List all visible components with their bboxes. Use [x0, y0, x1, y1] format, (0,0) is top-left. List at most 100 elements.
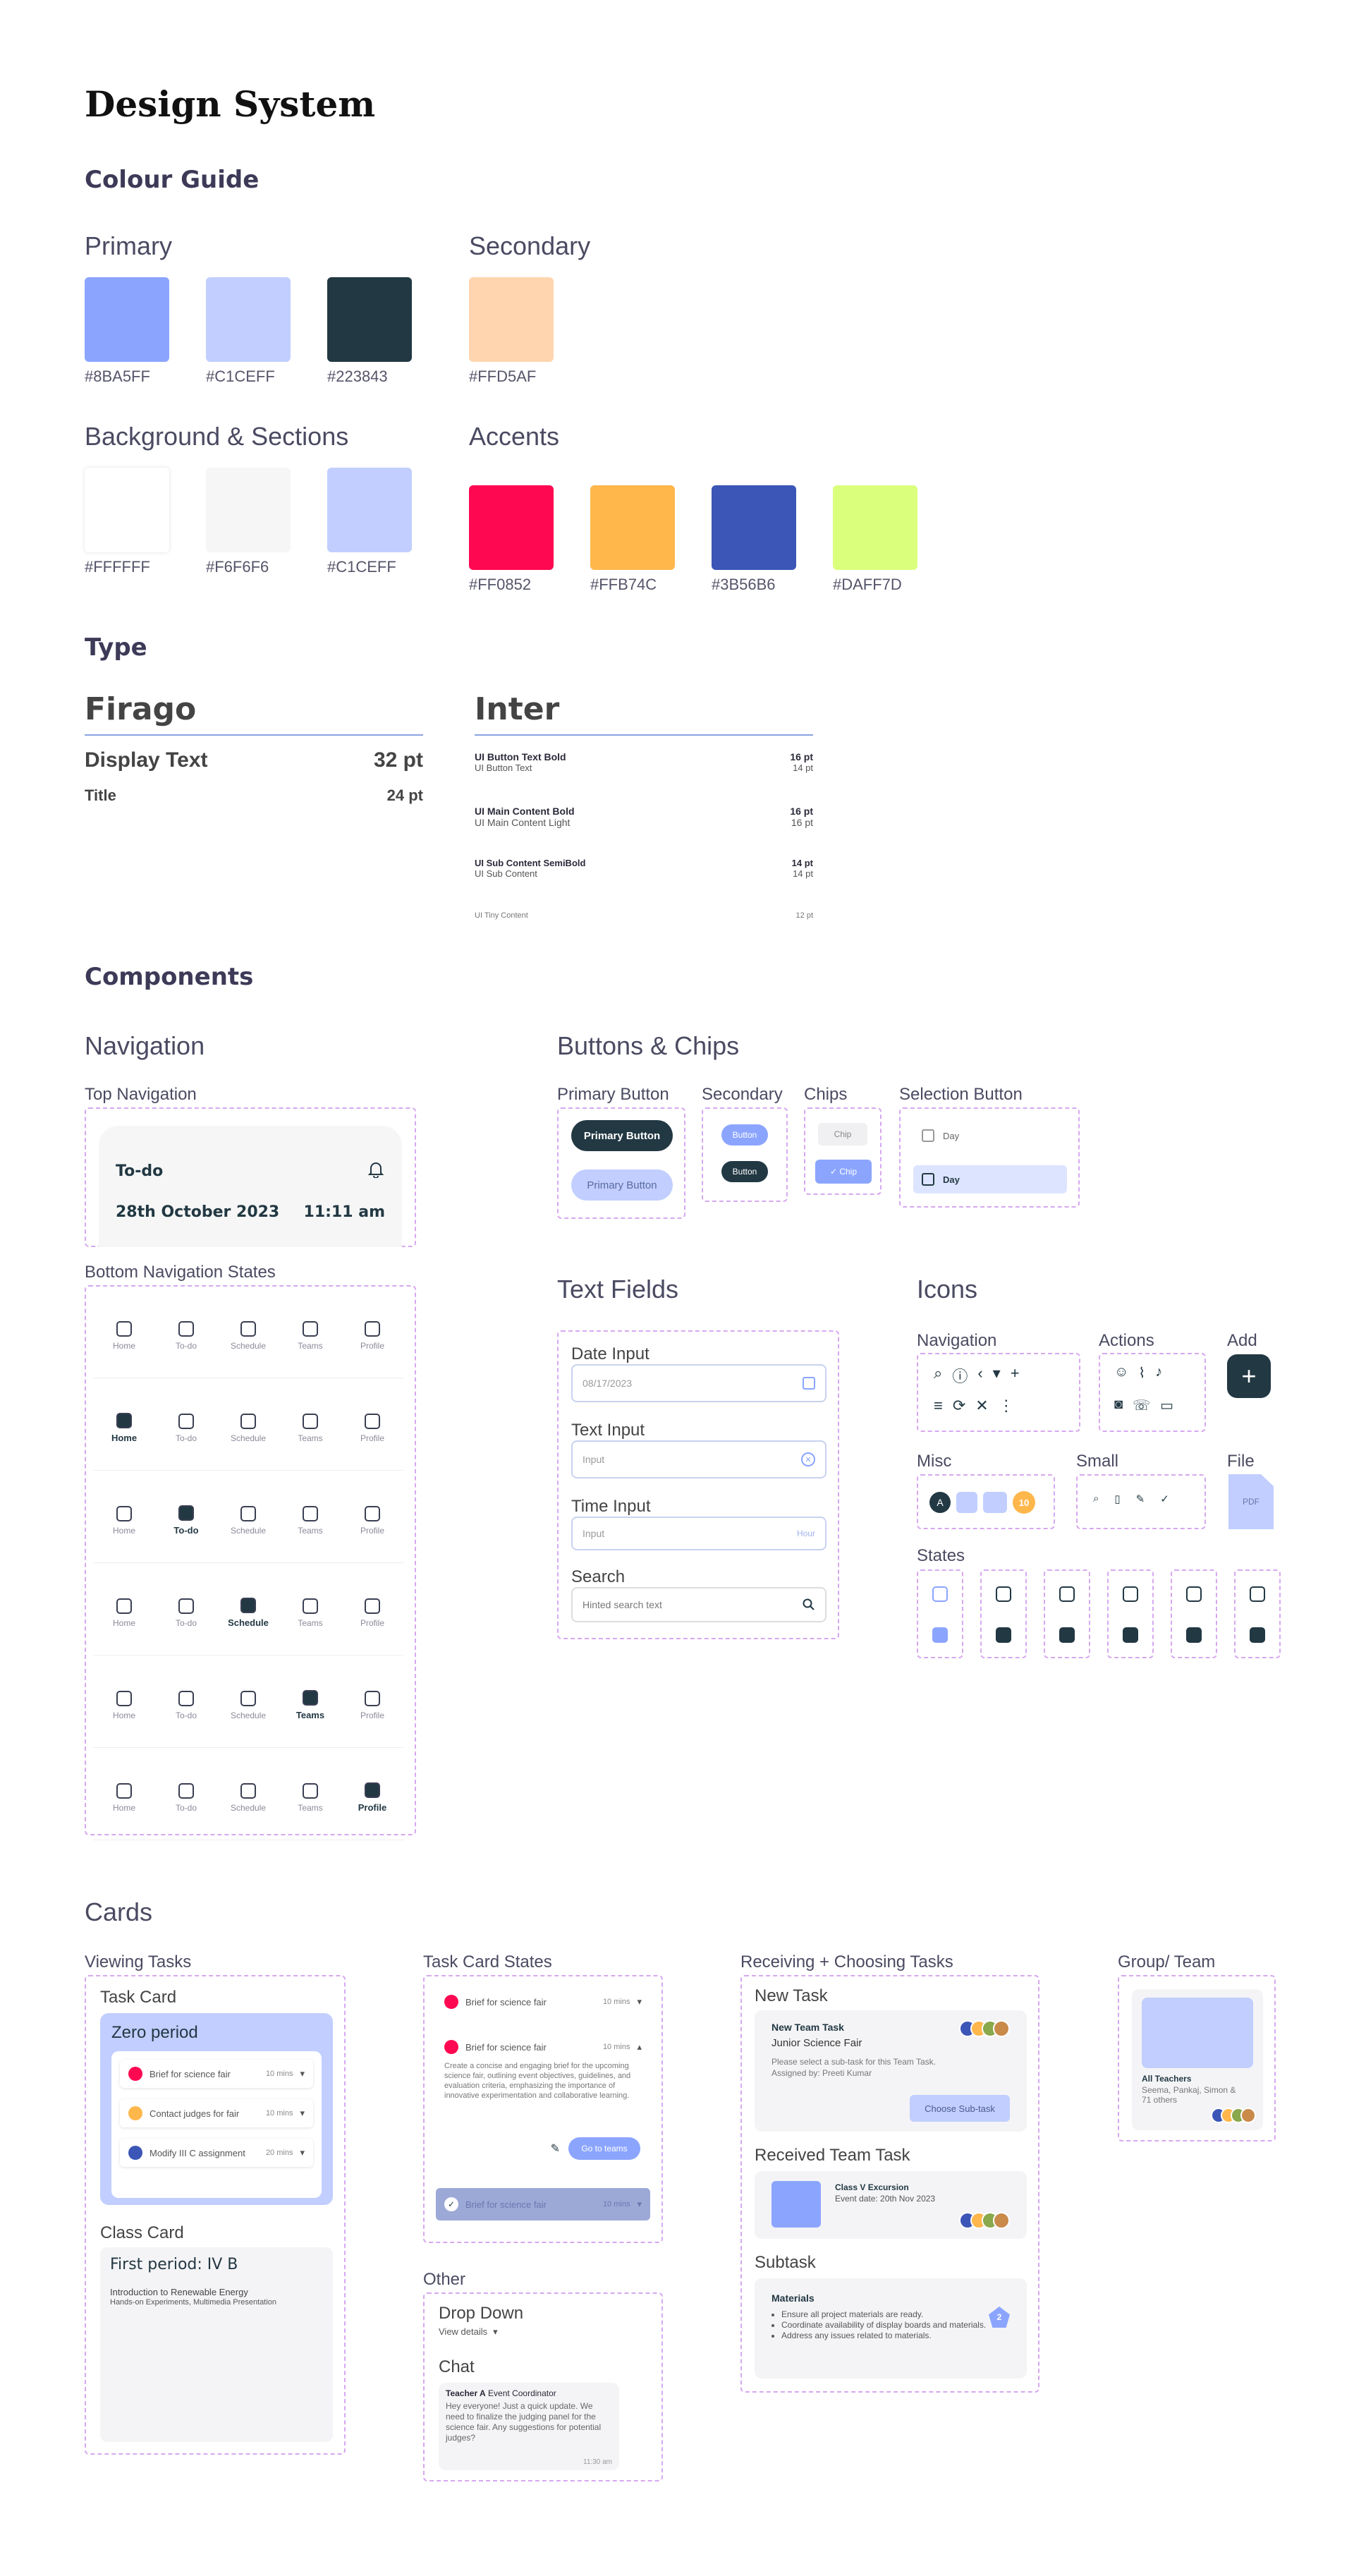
chevron-left-icon[interactable]: ‹ [977, 1364, 982, 1387]
checkbox-icon[interactable] [932, 1627, 948, 1643]
schedule-icon[interactable] [1059, 1586, 1075, 1602]
date-input[interactable]: 08/17/2023 [571, 1364, 827, 1402]
caret-down-icon[interactable]: ▾ [300, 2147, 305, 2158]
menu-icon[interactable]: ≡ [934, 1397, 943, 1415]
video-icon[interactable]: ▭ [1160, 1397, 1173, 1414]
primary-button[interactable]: Primary Button [571, 1120, 673, 1151]
nav-item-profile[interactable]: Profile [348, 1690, 397, 1720]
caret-down-icon[interactable]: ▾ [637, 1996, 642, 2007]
nav-item-home[interactable]: Home [99, 1690, 149, 1720]
caret-down-icon[interactable]: ▾ [637, 2199, 642, 2210]
more-icon[interactable]: ⋮ [999, 1397, 1014, 1415]
nav-item-home[interactable]: Home [99, 1413, 149, 1443]
emoji-icon[interactable]: ☺ [1114, 1364, 1128, 1382]
task-item[interactable]: Contact judges for fair 10 mins ▾ [120, 2099, 313, 2127]
group-card[interactable]: All Teachers Seema, Pankaj, Simon & 71 o… [1132, 1989, 1263, 2130]
task-item-expanded[interactable]: Brief for science fair 10 mins ▴ Create a … [436, 2033, 650, 2160]
nav-item-todo[interactable]: To-do [161, 1505, 211, 1536]
class-card[interactable]: First period: IV B Introduction to Renew… [100, 2247, 333, 2442]
task-card[interactable]: Zero period Brief for science fair 10 min… [100, 2013, 333, 2205]
search-icon[interactable]: ⌕ [1093, 1493, 1099, 1505]
camera-icon[interactable]: ◙ [1114, 1397, 1123, 1414]
selection-button[interactable]: Day [913, 1123, 1067, 1148]
nav-item-profile[interactable]: Profile [348, 1782, 397, 1813]
check-icon[interactable]: ✓ [1160, 1493, 1169, 1505]
nav-item-teams[interactable]: Teams [286, 1413, 335, 1443]
home-icon[interactable] [996, 1586, 1011, 1602]
chip-selected[interactable]: ✓ Chip [815, 1160, 872, 1184]
new-task-card[interactable]: New Team Task Junior Science Fair Please… [755, 2010, 1027, 2132]
chip[interactable]: Chip [818, 1123, 867, 1146]
nav-item-schedule[interactable]: Schedule [224, 1782, 273, 1813]
nav-item-schedule[interactable]: Schedule [224, 1413, 273, 1443]
clear-icon[interactable]: ✕ [801, 1452, 815, 1466]
nav-item-todo[interactable]: To-do [161, 1782, 211, 1813]
nav-item-teams[interactable]: Teams [286, 1782, 335, 1813]
info-icon[interactable]: ⓘ [952, 1364, 968, 1387]
caret-down-icon[interactable]: ▾ [993, 1364, 1001, 1387]
dropdown[interactable]: View details ▾ [439, 2326, 498, 2338]
attach-icon[interactable]: ⌇ [1138, 1364, 1145, 1382]
nav-item-home[interactable]: Home [99, 1782, 149, 1813]
edit-icon[interactable]: ✎ [551, 2141, 560, 2156]
todo-icon[interactable] [1186, 1627, 1202, 1643]
task-item[interactable]: Brief for science fair 10 mins ▾ [436, 1988, 650, 2016]
nav-item-schedule[interactable]: Schedule [224, 1598, 273, 1628]
home-icon[interactable] [996, 1627, 1011, 1643]
nav-item-schedule[interactable]: Schedule [224, 1320, 273, 1351]
add-button[interactable]: + [1227, 1354, 1271, 1398]
nav-item-home[interactable]: Home [99, 1598, 149, 1628]
nav-item-teams[interactable]: Teams [286, 1320, 335, 1351]
nav-item-todo[interactable]: To-do [161, 1598, 211, 1628]
phone-icon[interactable]: ☏ [1133, 1397, 1150, 1414]
bell-icon[interactable] [367, 1161, 384, 1179]
nav-item-home[interactable]: Home [99, 1320, 149, 1351]
caret-down-icon[interactable]: ▾ [300, 2068, 305, 2079]
checkbox-icon[interactable] [932, 1586, 948, 1602]
nav-item-teams[interactable]: Teams [286, 1505, 335, 1536]
nav-item-teams[interactable]: Teams [286, 1598, 335, 1628]
todo-icon[interactable] [1186, 1586, 1202, 1602]
edit-icon[interactable]: ✎ [1136, 1493, 1145, 1505]
go-to-teams-button[interactable]: Go to teams [568, 2137, 640, 2160]
task-item[interactable]: Brief for science fair 10 mins ▾ [120, 2060, 313, 2088]
nav-item-todo[interactable]: To-do [161, 1320, 211, 1351]
nav-item-profile[interactable]: Profile [348, 1598, 397, 1628]
subtask-card[interactable]: Materials Ensure all project materials a… [755, 2278, 1027, 2378]
search-icon[interactable]: ⌕ [934, 1364, 942, 1387]
nav-item-schedule[interactable]: Schedule [224, 1690, 273, 1720]
nav-item-schedule[interactable]: Schedule [224, 1505, 273, 1536]
search-icon[interactable] [803, 1598, 815, 1611]
caret-up-icon[interactable]: ▴ [637, 2041, 642, 2053]
secondary-button[interactable]: Button [721, 1124, 768, 1146]
nav-item-teams[interactable]: Teams [286, 1690, 335, 1720]
teams-icon[interactable] [1123, 1586, 1138, 1602]
choose-subtask-button[interactable]: Choose Sub-task [910, 2095, 1010, 2122]
nav-item-todo[interactable]: To-do [161, 1413, 211, 1443]
selection-button-selected[interactable]: Day [913, 1165, 1067, 1193]
profile-icon[interactable] [1250, 1586, 1265, 1602]
refresh-icon[interactable]: ⟳ [953, 1397, 965, 1415]
task-item[interactable]: Modify III C assignment 20 mins ▾ [120, 2139, 313, 2167]
nav-item-profile[interactable]: Profile [348, 1320, 397, 1351]
nav-item-todo[interactable]: To-do [161, 1690, 211, 1720]
plus-icon[interactable]: + [1011, 1364, 1020, 1387]
primary-button-disabled[interactable]: Primary Button [571, 1169, 673, 1201]
nav-item-home[interactable]: Home [99, 1505, 149, 1536]
time-input[interactable]: Input Hour [571, 1517, 827, 1550]
teams-icon[interactable] [1123, 1627, 1138, 1643]
secondary-button-dark[interactable]: Button [721, 1161, 768, 1182]
trash-icon[interactable]: ▯ [1114, 1493, 1120, 1505]
nav-item-profile[interactable]: Profile [348, 1505, 397, 1536]
caret-down-icon[interactable]: ▾ [300, 2108, 305, 2119]
calendar-icon[interactable] [803, 1377, 815, 1390]
mic-icon[interactable]: ♪ [1155, 1364, 1162, 1382]
text-input[interactable]: Input ✕ [571, 1440, 827, 1478]
profile-icon[interactable] [1250, 1627, 1265, 1643]
search-input[interactable]: Hinted search text [571, 1587, 827, 1622]
received-task-card[interactable]: Class V Excursion Event date: 20th Nov 2… [755, 2171, 1027, 2239]
nav-item-profile[interactable]: Profile [348, 1413, 397, 1443]
schedule-icon[interactable] [1059, 1627, 1075, 1643]
task-item-done[interactable]: ✓ Brief for science fair 10 mins ▾ [436, 2188, 650, 2220]
close-icon[interactable]: ✕ [975, 1397, 988, 1415]
